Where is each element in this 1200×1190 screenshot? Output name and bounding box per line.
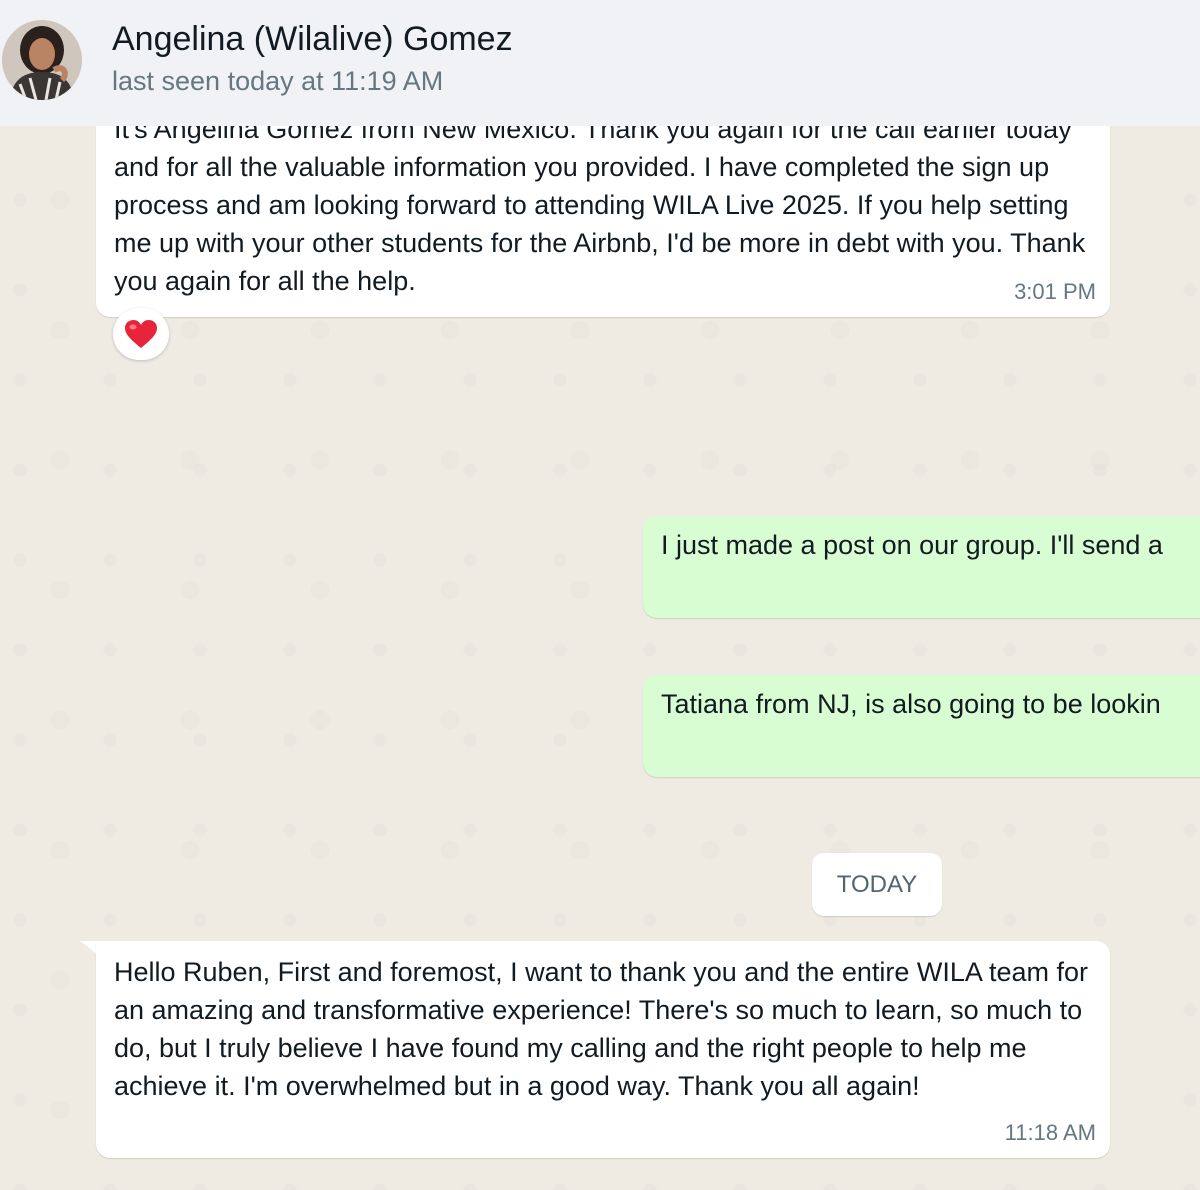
message-bubble-outgoing[interactable]: I just made a post on our group. I'll se… bbox=[643, 516, 1200, 618]
message-text: Hello Ruben, First and foremost, I want … bbox=[114, 957, 1096, 1101]
last-seen-status: last seen today at 11:19 AM bbox=[112, 66, 444, 96]
red-heart-icon bbox=[125, 320, 157, 348]
message-timestamp: 11:18 AM bbox=[1004, 1120, 1096, 1145]
chat-header[interactable]: Angelina (Wilalive) Gomez last seen toda… bbox=[0, 0, 1200, 126]
message-text: I just made a post on our group. I'll se… bbox=[661, 530, 1163, 560]
message-bubble-outgoing[interactable]: Tatiana from NJ, is also going to be loo… bbox=[643, 675, 1200, 777]
avatar-photo-icon bbox=[2, 20, 82, 100]
message-bubble-incoming[interactable]: Hello Ruben, First and foremost, I want … bbox=[96, 941, 1110, 1158]
contact-name[interactable]: Angelina (Wilalive) Gomez bbox=[112, 20, 513, 59]
contact-avatar[interactable] bbox=[2, 20, 82, 100]
message-text: Tatiana from NJ, is also going to be loo… bbox=[661, 689, 1161, 719]
message-text: It's Angelina Gomez from New Mexico. Tha… bbox=[114, 114, 1093, 296]
message-reaction[interactable] bbox=[113, 308, 169, 360]
message-timestamp: 3:01 PM bbox=[1014, 279, 1096, 304]
message-bubble-incoming[interactable]: It's Angelina Gomez from New Mexico. Tha… bbox=[96, 100, 1110, 317]
date-separator: TODAY bbox=[812, 853, 942, 916]
